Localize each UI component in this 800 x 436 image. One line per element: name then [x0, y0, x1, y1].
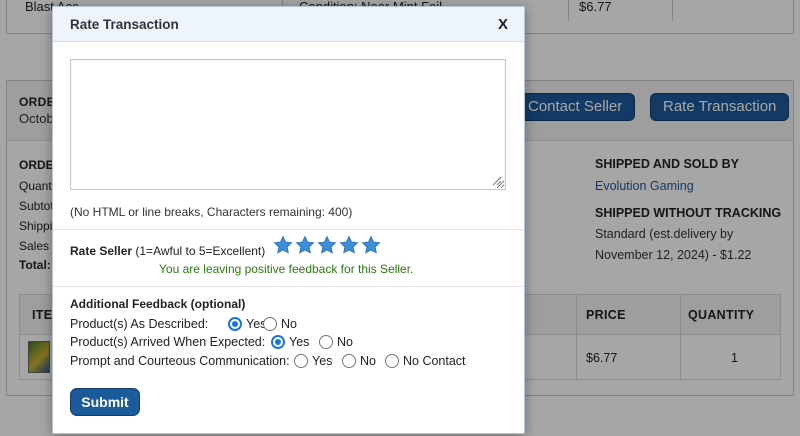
- star-5-icon[interactable]: [361, 235, 381, 255]
- dialog-title: Rate Transaction: [70, 17, 179, 32]
- characters-remaining-hint: (No HTML or line breaks, Characters rema…: [70, 205, 353, 219]
- communication-no-contact-option[interactable]: No Contact: [385, 354, 466, 368]
- star-rating: [273, 235, 381, 255]
- resize-grip-icon[interactable]: [490, 174, 502, 186]
- option-label: Yes: [289, 335, 310, 349]
- as-described-yes-radio[interactable]: [228, 317, 242, 331]
- communication-yes-radio[interactable]: [294, 354, 308, 368]
- as-described-no-option[interactable]: No: [263, 317, 297, 331]
- positive-feedback-message: You are leaving positive feedback for th…: [159, 262, 414, 276]
- arrived-expected-no-radio[interactable]: [319, 335, 333, 349]
- close-button[interactable]: X: [498, 16, 508, 33]
- option-label: No: [281, 317, 297, 331]
- communication-no-radio[interactable]: [342, 354, 356, 368]
- star-1-icon[interactable]: [273, 235, 293, 255]
- arrived-expected-yes-option[interactable]: Yes: [271, 335, 309, 349]
- submit-button[interactable]: Submit: [70, 388, 140, 416]
- as-described-yes-option[interactable]: Yes: [228, 317, 266, 331]
- option-label: No Contact: [403, 354, 466, 368]
- feedback-comment-input[interactable]: [70, 59, 506, 190]
- rate-seller-label: Rate Seller (1=Awful to 5=Excellent): [70, 244, 265, 258]
- dialog-header: Rate Transaction X: [53, 7, 524, 42]
- communication-no-contact-radio[interactable]: [385, 354, 399, 368]
- rate-seller-title: Rate Seller: [70, 244, 133, 258]
- option-label: Yes: [312, 354, 333, 368]
- as-described-no-radio[interactable]: [263, 317, 277, 331]
- rate-transaction-dialog: Rate Transaction X (No HTML or line brea…: [52, 6, 525, 434]
- option-label: No: [337, 335, 353, 349]
- arrived-expected-no-option[interactable]: No: [319, 335, 353, 349]
- question-as-described: Product(s) As Described:: [70, 317, 209, 331]
- communication-no-option[interactable]: No: [342, 354, 376, 368]
- option-label: No: [360, 354, 376, 368]
- rate-seller-scale: (1=Awful to 5=Excellent): [135, 244, 266, 258]
- star-3-icon[interactable]: [317, 235, 337, 255]
- star-2-icon[interactable]: [295, 235, 315, 255]
- question-arrived-expected: Product(s) Arrived When Expected:: [70, 335, 266, 349]
- section-divider: [53, 286, 524, 287]
- additional-feedback-title: Additional Feedback (optional): [70, 297, 246, 311]
- section-divider: [53, 229, 524, 230]
- question-communication: Prompt and Courteous Communication:: [70, 354, 290, 368]
- star-4-icon[interactable]: [339, 235, 359, 255]
- communication-yes-option[interactable]: Yes: [294, 354, 332, 368]
- arrived-expected-yes-radio[interactable]: [271, 335, 285, 349]
